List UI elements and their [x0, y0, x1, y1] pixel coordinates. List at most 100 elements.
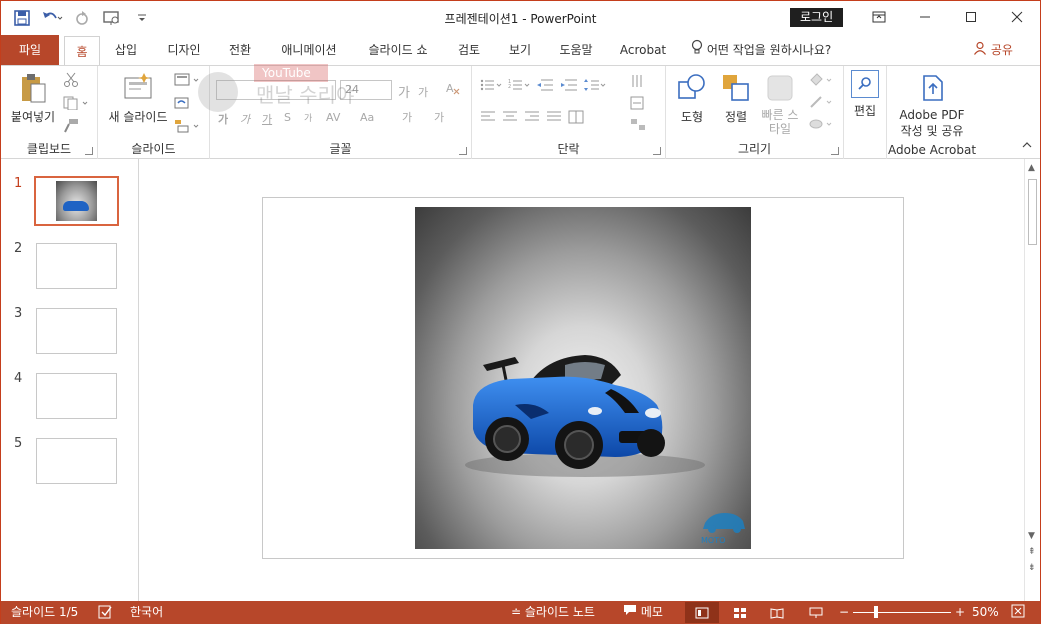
tab-view[interactable]: 보기 [502, 35, 538, 65]
highlight-button[interactable]: 가 [402, 109, 412, 125]
tab-review[interactable]: 검토 [451, 35, 487, 65]
increase-indent-icon[interactable] [560, 78, 578, 96]
slideshow-view-icon[interactable] [799, 602, 833, 623]
clipboard-launcher-icon[interactable] [85, 147, 93, 155]
zoom-slider-thumb[interactable] [874, 606, 878, 618]
tab-slideshow[interactable]: 슬라이드 쇼 [360, 35, 436, 65]
tab-animations[interactable]: 애니메이션 [273, 35, 345, 65]
character-spacing-button[interactable]: AV [326, 111, 340, 124]
line-spacing-icon[interactable] [584, 78, 606, 96]
clear-formatting-icon[interactable]: A [445, 80, 461, 99]
slide-thumbnail-4[interactable] [36, 373, 117, 419]
collapse-ribbon-icon[interactable] [1022, 141, 1032, 152]
slide-thumbnail-3[interactable] [36, 308, 117, 354]
justify-icon[interactable] [546, 110, 562, 128]
thumbnail-car [63, 201, 89, 211]
car-photo[interactable]: MOTO [415, 207, 751, 549]
slide-thumbnail-2[interactable] [36, 243, 117, 289]
shrink-font-button[interactable]: 가 [418, 84, 428, 100]
previous-slide-icon[interactable]: ⇞ [1028, 547, 1036, 557]
copy-icon[interactable] [63, 96, 89, 113]
layout-icon[interactable] [174, 72, 202, 91]
format-painter-icon[interactable] [63, 118, 79, 137]
slide-sorter-icon[interactable] [723, 602, 757, 623]
zoom-level[interactable]: 50% [972, 604, 999, 621]
next-slide-icon[interactable]: ⇟ [1028, 563, 1036, 573]
paragraph-launcher-icon[interactable] [653, 147, 661, 155]
fit-slide-icon[interactable] [1011, 604, 1025, 621]
shapes-button[interactable]: 도형 [670, 72, 714, 125]
tell-me-search[interactable]: 어떤 작업을 원하시나요? [691, 35, 831, 65]
tab-help[interactable]: 도움말 [553, 35, 599, 65]
new-slide-button[interactable]: 새 슬라이드 [104, 72, 172, 125]
spell-check-icon[interactable] [98, 604, 114, 621]
shape-outline-icon[interactable] [808, 94, 834, 113]
ribbon-display-options-icon[interactable] [856, 5, 902, 29]
create-pdf-label-2: 작성 및 공유 [900, 124, 964, 138]
share-button[interactable]: 공유 [973, 35, 1013, 65]
text-direction-icon[interactable] [630, 74, 650, 91]
editing-button[interactable]: 편집 [847, 70, 883, 119]
vertical-scrollbar[interactable]: ▲ ▼ ⇞ ⇟ [1024, 159, 1040, 601]
login-button[interactable]: 로그인 [790, 8, 844, 27]
font-launcher-icon[interactable] [459, 147, 467, 155]
numbering-icon[interactable]: 12 [508, 78, 530, 96]
arrange-label: 정렬 [724, 110, 748, 124]
section-icon[interactable] [174, 118, 202, 137]
zoom-out-icon[interactable]: − [839, 604, 849, 621]
reading-view-icon[interactable] [760, 602, 794, 623]
italic-button[interactable]: 가 [240, 111, 250, 127]
normal-view-icon[interactable] [685, 602, 719, 623]
zoom-in-icon[interactable]: + [955, 604, 965, 621]
bold-button[interactable]: 가 [218, 111, 228, 127]
ribbon: 붙여넣기 클립보드 새 슬라이드 슬라이드 24 가 가 A 가 가 가 S 가… [1, 64, 1040, 159]
columns-icon[interactable] [568, 110, 584, 128]
paste-button[interactable]: 붙여넣기 [7, 72, 59, 125]
tab-home[interactable]: 홈 [64, 36, 100, 66]
quick-styles-button[interactable]: 빠른 스타일 [758, 72, 802, 136]
close-icon[interactable] [994, 5, 1040, 29]
font-color-button[interactable]: 가 [434, 109, 444, 125]
font-name-combo[interactable] [216, 80, 336, 100]
reset-icon[interactable] [174, 95, 190, 114]
shape-effects-icon[interactable] [808, 116, 834, 135]
align-text-icon[interactable] [630, 96, 650, 113]
tab-acrobat[interactable]: Acrobat [614, 35, 672, 65]
font-size-combo[interactable]: 24 [340, 80, 392, 100]
maximize-icon[interactable] [948, 5, 994, 29]
shape-fill-icon[interactable] [808, 72, 834, 91]
font-group: 24 가 가 A 가 가 가 S 가 AV Aa 가 가 글꼴 YouTube [198, 64, 472, 159]
title-bar: 프레젠테이션1 - PowerPoint 로그인 [1, 1, 1040, 35]
scrollbar-thumb[interactable] [1028, 179, 1037, 245]
decrease-indent-icon[interactable] [536, 78, 554, 96]
grow-font-button[interactable]: 가 [398, 82, 410, 101]
shadow-icon[interactable]: S [284, 111, 291, 124]
align-center-icon[interactable] [502, 110, 518, 128]
tab-transitions[interactable]: 전환 [222, 35, 258, 65]
minimize-icon[interactable] [902, 5, 948, 29]
cut-icon[interactable] [63, 72, 79, 91]
language-indicator[interactable]: 한국어 [130, 604, 163, 621]
scroll-up-icon[interactable]: ▲ [1028, 163, 1035, 173]
notes-button[interactable]: ≐ 슬라이드 노트 [511, 604, 595, 621]
comments-button[interactable]: 메모 [623, 604, 663, 621]
align-left-icon[interactable] [480, 110, 496, 128]
underline-button[interactable]: 가 [262, 111, 272, 127]
arrange-button[interactable]: 정렬 [714, 72, 758, 125]
tab-insert[interactable]: 삽입 [108, 35, 144, 65]
tab-design[interactable]: 디자인 [161, 35, 207, 65]
tab-file[interactable]: 파일 [1, 35, 59, 65]
zoom-slider-track[interactable] [853, 612, 951, 613]
change-case-button[interactable]: Aa [360, 111, 374, 124]
strikethrough-button[interactable]: 가 [304, 111, 312, 124]
scroll-down-icon[interactable]: ▼ [1028, 531, 1035, 541]
align-right-icon[interactable] [524, 110, 540, 128]
create-pdf-button[interactable]: Adobe PDF 작성 및 공유 [891, 72, 973, 139]
bullets-icon[interactable] [480, 78, 502, 96]
drawing-launcher-icon[interactable] [831, 147, 839, 155]
current-slide[interactable]: MOTO [262, 197, 904, 559]
slide-thumbnail-5[interactable] [36, 438, 117, 484]
smartart-icon[interactable] [630, 118, 650, 135]
slide-thumbnail-1[interactable] [34, 176, 119, 226]
slide-thumbnail-pane: 1 2 3 4 5 [1, 159, 139, 601]
